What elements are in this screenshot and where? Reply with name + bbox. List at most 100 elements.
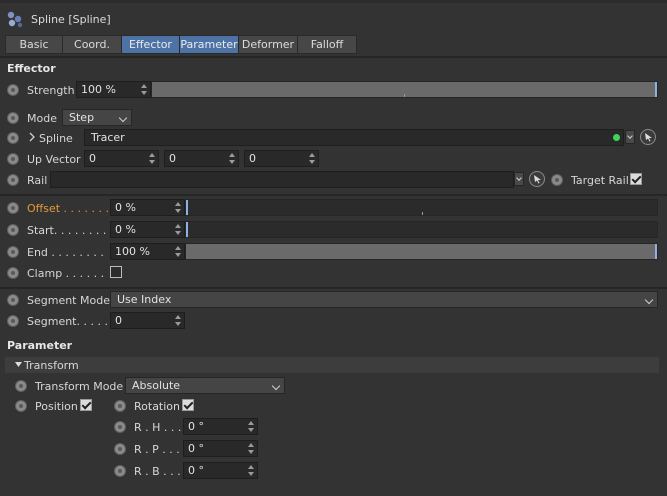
slider-midpoint-tick [404, 94, 405, 97]
tab-deformer[interactable]: Deformer [238, 35, 297, 54]
pick-object-button[interactable] [640, 129, 656, 145]
spinner-arrows-icon[interactable] [248, 442, 255, 455]
pick-rail-button[interactable] [529, 171, 545, 187]
animation-key-dot[interactable] [7, 153, 19, 165]
rail-link-field[interactable] [50, 171, 514, 188]
spinner-arrows-icon[interactable] [175, 201, 182, 214]
chevron-down-icon [271, 381, 281, 391]
animation-key-dot[interactable] [114, 465, 126, 477]
expand-arrow-icon[interactable] [28, 132, 36, 142]
spinner-arrows-icon[interactable] [309, 152, 316, 165]
animation-key-dot[interactable] [15, 400, 27, 412]
spinner-arrows-icon[interactable] [229, 152, 236, 165]
animation-key-dot[interactable] [7, 246, 19, 258]
chevron-down-icon [644, 295, 654, 305]
transform-mode-value: Absolute [132, 379, 181, 392]
segment-mode-dropdown[interactable]: Use Index [110, 291, 658, 308]
strength-value: 100 % [81, 83, 116, 96]
target-rail-checkbox[interactable] [630, 173, 642, 185]
spinner-arrows-icon[interactable] [175, 314, 182, 327]
animation-key-dot[interactable] [7, 132, 19, 144]
animation-key-dot[interactable] [114, 443, 126, 455]
up-vector-x-field[interactable]: 0 [84, 150, 159, 167]
spinner-arrows-icon[interactable] [175, 245, 182, 258]
start-slider[interactable] [185, 221, 658, 238]
up-vector-x-value: 0 [89, 152, 96, 165]
end-field[interactable]: 100 % [110, 243, 185, 260]
rotation-b-field[interactable]: 0 ° [183, 462, 258, 479]
strength-field[interactable]: 100 % [76, 81, 151, 98]
spinner-arrows-icon[interactable] [175, 223, 182, 236]
animation-key-dot[interactable] [7, 202, 19, 214]
offset-slider-handle[interactable] [186, 200, 188, 215]
section-parameter-title: Parameter [7, 339, 73, 352]
rotation-p-value: 0 ° [188, 442, 204, 455]
rotation-b-label: R . B . . . [134, 465, 181, 478]
chevron-down-icon [516, 175, 522, 181]
animation-key-dot[interactable] [7, 315, 19, 327]
rotation-p-field[interactable]: 0 ° [183, 440, 258, 457]
pick-arrow-icon [645, 133, 652, 142]
chevron-down-icon [627, 133, 633, 139]
mode-value: Step [69, 111, 95, 124]
animation-key-dot[interactable] [114, 400, 126, 412]
mode-dropdown[interactable]: Step [62, 109, 132, 126]
tab-coord[interactable]: Coord. [62, 35, 121, 54]
end-value: 100 % [115, 245, 150, 258]
tab-effector[interactable]: Effector [121, 35, 179, 54]
animation-key-dot[interactable] [7, 84, 19, 96]
spline-link-field[interactable]: Tracer [84, 129, 624, 146]
animation-key-dot[interactable] [7, 294, 19, 306]
start-slider-handle[interactable] [186, 222, 188, 237]
pick-arrow-icon [534, 175, 541, 184]
offset-value: 0 % [115, 201, 136, 214]
offset-slider[interactable] [185, 199, 658, 216]
spline-link-menu-button[interactable] [625, 130, 635, 144]
position-checkbox[interactable] [80, 399, 92, 411]
rotation-checkbox[interactable] [182, 399, 194, 411]
spline-link-value: Tracer [91, 131, 125, 144]
rail-link-menu-button[interactable] [514, 172, 524, 186]
spinner-arrows-icon[interactable] [248, 420, 255, 433]
spinner-arrows-icon[interactable] [141, 83, 148, 96]
animation-key-dot[interactable] [7, 174, 19, 186]
segment-value: 0 [115, 314, 122, 327]
window-title: Spline [Spline] [31, 13, 111, 26]
end-slider[interactable] [185, 243, 658, 260]
transform-group-header[interactable]: Transform [5, 357, 659, 373]
animation-key-dot[interactable] [551, 174, 563, 186]
up-vector-y-value: 0 [169, 152, 176, 165]
spline-effector-icon [7, 11, 23, 28]
segment-field[interactable]: 0 [110, 312, 185, 329]
end-slider-handle[interactable] [655, 244, 657, 259]
spinner-arrows-icon[interactable] [149, 152, 156, 165]
clamp-label: Clamp . . . . . . [27, 267, 105, 280]
rotation-h-field[interactable]: 0 ° [183, 418, 258, 435]
strength-slider-handle[interactable] [655, 82, 657, 97]
start-field[interactable]: 0 % [110, 221, 185, 238]
transform-mode-dropdown[interactable]: Absolute [125, 377, 285, 394]
start-label: Start. . . . . . . . [27, 224, 107, 237]
divider [0, 287, 667, 289]
animation-key-dot[interactable] [7, 224, 19, 236]
offset-field[interactable]: 0 % [110, 199, 185, 216]
status-green-icon [613, 134, 620, 141]
up-vector-y-field[interactable]: 0 [164, 150, 239, 167]
strength-slider[interactable] [151, 81, 658, 98]
animation-key-dot[interactable] [7, 112, 19, 124]
tab-falloff[interactable]: Falloff [297, 35, 357, 54]
divider [0, 56, 667, 58]
segment-label: Segment. . . . . [27, 315, 108, 328]
tab-parameter[interactable]: Parameter [179, 35, 238, 54]
spinner-arrows-icon[interactable] [248, 464, 255, 477]
up-vector-label: Up Vector [27, 153, 81, 166]
rotation-label: Rotation [134, 400, 181, 413]
animation-key-dot[interactable] [15, 380, 27, 392]
up-vector-z-value: 0 [249, 152, 256, 165]
up-vector-z-field[interactable]: 0 [244, 150, 319, 167]
clamp-checkbox[interactable] [110, 266, 122, 278]
tab-basic[interactable]: Basic [5, 35, 62, 54]
animation-key-dot[interactable] [114, 421, 126, 433]
rail-label: Rail [27, 174, 48, 187]
animation-key-dot[interactable] [7, 267, 19, 279]
